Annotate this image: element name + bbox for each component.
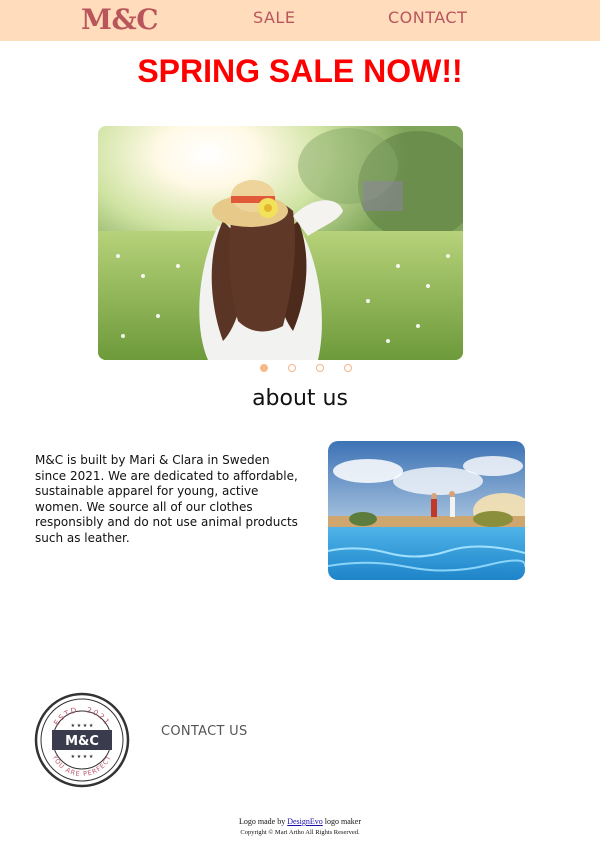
estd-badge-icon: ESTD. 2021 YOU ARE PERFECT M&C ★ ★ ★ ★ ★… — [34, 692, 130, 788]
credit-suffix: logo maker — [322, 817, 361, 826]
carousel-indicators — [0, 364, 600, 374]
hero-carousel-image[interactable] — [98, 126, 463, 360]
about-title: about us — [252, 386, 348, 411]
logo-credit: Logo made by DesignEvo logo maker — [0, 817, 600, 826]
carousel-dot-3[interactable] — [316, 364, 324, 372]
brand-badge-logo: ESTD. 2021 YOU ARE PERFECT M&C ★ ★ ★ ★ ★… — [34, 692, 130, 788]
carousel-dot-4[interactable] — [344, 364, 352, 372]
nav-link-contact[interactable]: CONTACT — [388, 8, 467, 27]
carousel-dot-2[interactable] — [288, 364, 296, 372]
about-text: M&C is built by Mari & Clara in Sweden s… — [35, 453, 298, 545]
brand-logo[interactable]: M&C — [81, 3, 159, 36]
badge-center-text: M&C — [65, 734, 99, 749]
about-image — [328, 441, 525, 580]
copyright-text: Copyright © Mari Artho All Rights Reserv… — [240, 829, 360, 836]
pool-photo-icon — [328, 441, 525, 580]
badge-stars-bottom-icon: ★ ★ ★ ★ — [71, 754, 94, 760]
top-nav-bar: M&C SALE CONTACT — [0, 0, 600, 41]
designevo-link[interactable]: DesignEvo — [287, 817, 323, 826]
contact-us-link[interactable]: CONTACT US — [161, 724, 248, 739]
badge-stars-icon: ★ ★ ★ ★ — [71, 723, 94, 729]
hero-photo-icon — [98, 126, 463, 360]
credit-prefix: Logo made by — [239, 817, 288, 826]
nav-link-sale[interactable]: SALE — [253, 8, 295, 27]
carousel-dot-1[interactable] — [260, 364, 268, 372]
sale-headline: SPRING SALE NOW!! — [137, 53, 463, 89]
